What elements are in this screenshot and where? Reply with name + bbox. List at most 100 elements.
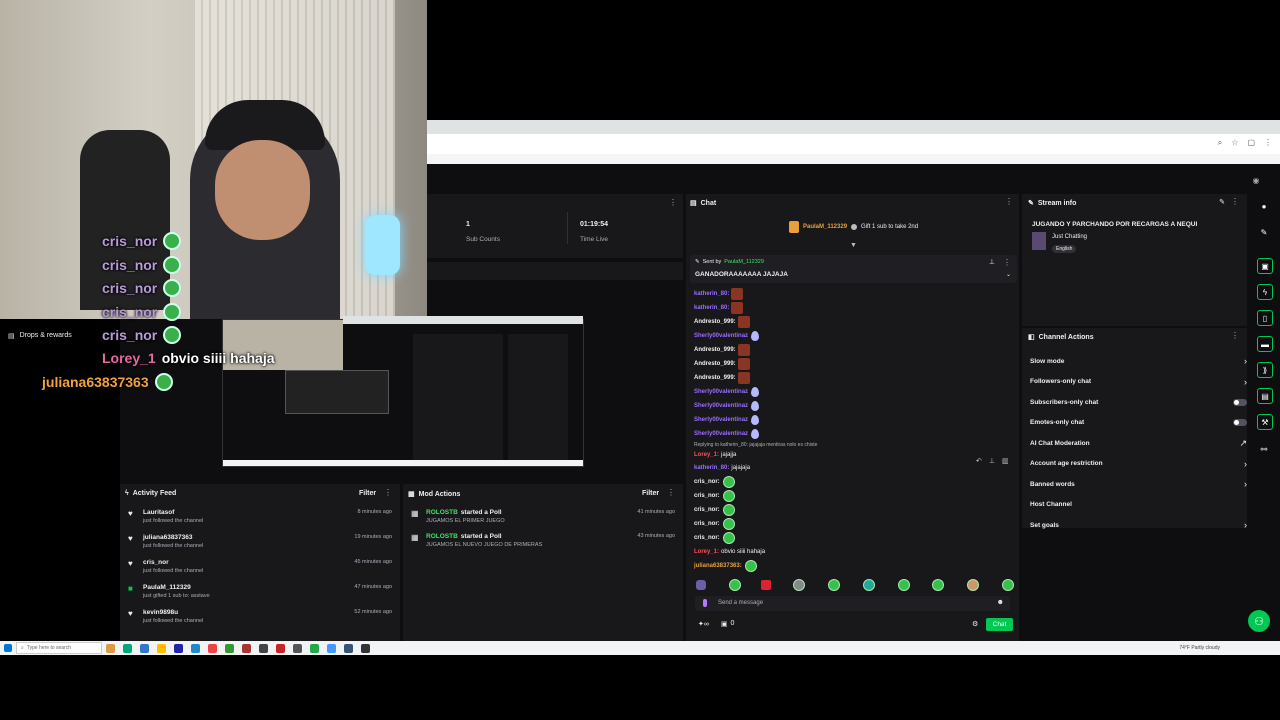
app-icon[interactable] [259,643,268,653]
chat-message[interactable]: cris_nor: [694,517,735,531]
obs-icon[interactable] [361,643,370,653]
chat-message[interactable]: katherin_80: [694,287,1014,301]
star-icon[interactable]: ☆ [1231,138,1238,148]
chevron-down-icon[interactable]: ⌄ [1006,271,1011,278]
extension-icon[interactable]: ◉ [1249,173,1263,187]
chat-send-button[interactable]: Chat [986,618,1013,631]
chat-message[interactable]: cris_nor: [694,531,735,545]
lightning-icon[interactable]: ϟ [1257,284,1273,300]
chrome-icon[interactable] [208,643,217,653]
ad-icon[interactable]: ▤ [1257,388,1273,404]
channel-points[interactable]: ▣ 0 [721,620,735,628]
channel-action-item[interactable]: Subscribers-only chat [1022,392,1280,413]
excel-icon[interactable] [225,643,234,653]
pinned-message[interactable]: ✎ Sent by PaulaM_112329 GANADORAAAAAAA J… [690,255,1017,283]
channel-action-item[interactable]: Account age restriction › [1022,454,1280,475]
app-icon[interactable] [191,643,200,653]
activity-feed-item[interactable]: ♥ cris_nor just followed the channel 45 min… [120,559,400,584]
emote-icon[interactable] [828,579,841,591]
pencil-icon[interactable]: ✎ [1257,225,1271,239]
pin-message-icon[interactable]: ⊥ [989,457,995,465]
community-icon[interactable]: ✦∞ [698,620,709,628]
channel-action-item[interactable]: Host Channel [1022,495,1280,516]
mod-filter-button[interactable]: Filter [642,490,659,497]
app-icon[interactable] [106,643,115,653]
chevron-right-icon[interactable]: › [1244,356,1247,366]
chat-message[interactable]: cris_nor: [694,489,735,503]
toggle-switch[interactable] [1233,398,1247,406]
chat-message[interactable]: katherin_80: jajajaja [694,461,750,475]
steam-icon[interactable] [344,643,353,653]
edit-icon[interactable]: ✎ [1219,198,1225,206]
chat-message[interactable]: Sherly00valentinaz [694,399,1014,413]
activity-feed-item[interactable]: ■ PaulaM_112329 just gifted 1 sub to: asst… [120,584,400,609]
chat-message[interactable]: Andresto_999: [694,343,1014,357]
app-icon[interactable] [276,643,285,653]
emote-icon[interactable] [728,579,741,591]
raid-icon[interactable]: ⟫ [1257,362,1273,378]
pinned-menu-icon[interactable]: ⋮ [1003,258,1011,267]
app-icon[interactable] [293,643,302,653]
activity-filter-button[interactable]: Filter [359,490,376,497]
channel-action-item[interactable]: Set goals › [1022,515,1280,536]
stats-menu-icon[interactable]: ⋮ [669,198,677,207]
channel-action-item[interactable]: AI Chat Moderation ↗ [1022,433,1280,454]
chat-message[interactable]: cris_nor: [694,475,735,489]
chat-message[interactable]: Sherly00valentinaz [694,385,1014,399]
reply-icon[interactable]: ↶ [976,457,982,465]
extensions-icon[interactable]: ▢ [1247,138,1255,148]
chat-message[interactable]: Lorey_1: jajajja [694,448,736,462]
mod-action-item[interactable]: ▦ ROLOSTB started a Poll JUGAMOS EL NUEVO J… [403,533,683,557]
scroll-down-icon[interactable]: ▼ [850,242,857,249]
chevron-right-icon[interactable]: › [1244,377,1247,387]
chat-message[interactable]: Andresto_999: [694,315,1014,329]
chat-message[interactable]: Andresto_999: [694,357,1014,371]
clip-icon[interactable]: ▣ [1257,258,1273,274]
chat-message[interactable]: katherin_80: [694,301,1014,315]
chevron-right-icon[interactable]: › [1244,520,1247,530]
emote-icon[interactable] [932,579,945,591]
chevron-right-icon[interactable]: › [1244,459,1247,469]
chat-bubble-icon[interactable]: ▬ [1257,336,1273,352]
emote-icon[interactable] [1001,579,1014,591]
chat-message[interactable]: Andresto_999: [694,371,1014,385]
emote-icon[interactable] [793,579,806,591]
chat-message[interactable]: Sherly00valentinaz [694,329,1014,343]
chat-menu-icon[interactable]: ⋮ [1005,197,1013,206]
settings-icon[interactable]: ⚙ [972,620,978,628]
mod-action-item[interactable]: ▦ ROLOSTB started a Poll JUGAMOS EL PRIMER … [403,509,683,533]
app-icon[interactable] [327,643,336,653]
channel-action-item[interactable]: Followers-only chat › [1022,372,1280,393]
chevron-right-icon[interactable]: › [1244,479,1247,489]
emote-icon[interactable] [760,580,771,590]
emoji-icon[interactable]: ☻ [997,599,1004,606]
search-icon[interactable]: ⌕ [1218,138,1222,148]
toggle-switch[interactable] [1233,419,1247,427]
pin-toggle-icon[interactable]: ⊥ [989,258,995,266]
chat-input[interactable]: Send a message ☻ [695,596,1010,611]
taskbar-search[interactable]: ⌕ Type here to search [16,642,102,654]
activity-menu-icon[interactable]: ⋮ [384,488,392,497]
chat-message[interactable]: Sherly00valentinaz [694,427,1014,441]
chat-message[interactable]: juliana63837363: [694,559,757,573]
weather-widget[interactable]: 74°F Partly cloudy [1179,645,1220,651]
channel-action-item[interactable]: Emotes-only chat [1022,413,1280,434]
app-icon[interactable] [242,643,251,653]
chat-message[interactable]: Lorey_1: obvio siiii hahaja [694,545,765,559]
emote-icon[interactable] [967,579,980,591]
windows-start-icon[interactable] [4,644,12,652]
gift-banner[interactable]: PaulaM_112329 Gift 1 sub to take 2nd [789,221,918,233]
mod-menu-icon[interactable]: ⋮ [667,488,675,497]
share-icon[interactable]: ⚯ [1257,442,1271,456]
emote-icon[interactable] [897,579,910,591]
menu-icon[interactable]: ⋮ [1264,138,1272,148]
add-action-button[interactable]: ⚇ [1248,610,1270,632]
stream-info-menu-icon[interactable]: ⋮ [1231,197,1239,206]
channel-action-item[interactable]: Banned words › [1022,474,1280,495]
activity-feed-item[interactable]: ♥ kevin9898u just followed the channel 52 m… [120,609,400,634]
delete-icon[interactable]: ▥ [1002,457,1009,465]
app-icon[interactable] [157,643,166,653]
channel-action-item[interactable]: Slow mode › [1022,351,1280,372]
app-icon[interactable] [310,643,319,653]
external-link-icon[interactable]: ↗ [1239,438,1247,449]
